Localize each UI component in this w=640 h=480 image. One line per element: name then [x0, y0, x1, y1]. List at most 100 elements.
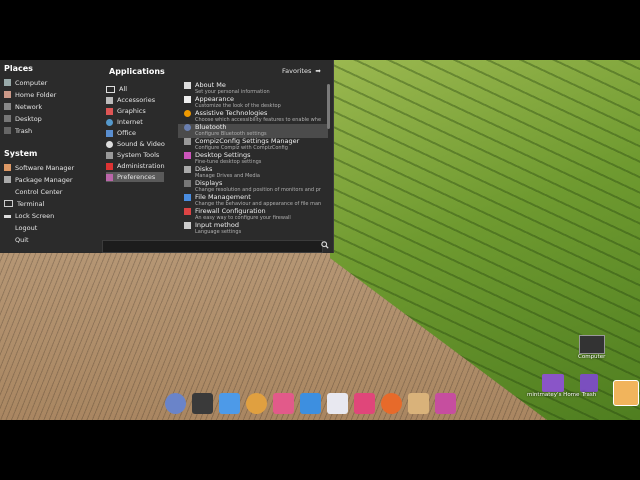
desktop-icon-home[interactable]: mintmatey's Home: [527, 374, 579, 398]
package-manager-icon: [4, 176, 11, 183]
places-item-label: Desktop: [15, 114, 42, 123]
system-item-label: Software Manager: [15, 163, 75, 172]
sound-video-icon: [106, 140, 113, 148]
places-item-desktop[interactable]: Desktop: [4, 113, 42, 124]
app-icon[interactable]: [354, 392, 375, 414]
category-internet[interactable]: Internet: [106, 117, 164, 127]
places-item-network[interactable]: Network: [4, 101, 42, 112]
category-label: Office: [117, 129, 136, 137]
system-item-label: Quit: [15, 235, 29, 244]
search-icon[interactable]: [321, 241, 329, 249]
category-label: All: [119, 85, 128, 93]
app-input-method[interactable]: Input method Language settings: [178, 222, 328, 236]
document-icon[interactable]: [327, 392, 348, 414]
category-preferences[interactable]: Preferences: [106, 172, 164, 182]
system-item-label: Control Center: [15, 187, 63, 196]
administration-icon: [106, 162, 113, 170]
category-office[interactable]: Office: [106, 128, 164, 138]
dock: [165, 390, 475, 416]
system-item-terminal[interactable]: Terminal: [4, 198, 44, 209]
eye-icon[interactable]: [408, 392, 429, 414]
window-icon[interactable]: [435, 392, 456, 414]
app-name: Desktop Settings: [195, 151, 251, 159]
app-appearance[interactable]: Appearance Customize the look of the desk…: [178, 96, 328, 110]
office-icon: [106, 129, 113, 137]
system-item-logout[interactable]: Logout: [4, 222, 37, 233]
app-bluetooth[interactable]: Bluetooth Configure Bluetooth settings: [178, 124, 328, 138]
appearance-icon: [184, 96, 191, 103]
places-item-home-folder[interactable]: Home Folder: [4, 89, 56, 100]
displays-icon: [184, 180, 191, 187]
desktop-screen: Places Computer Home Folder Network Desk…: [0, 60, 640, 420]
search-input[interactable]: [102, 240, 323, 253]
trash-icon: [580, 374, 598, 392]
favorites-button[interactable]: Favorites ➡: [282, 67, 321, 75]
control-center-icon: [4, 188, 11, 195]
app-list-scrollbar[interactable]: [327, 84, 330, 129]
terminal-icon: [4, 200, 13, 207]
app-name: About Me: [195, 82, 226, 89]
category-label: Sound & Video: [117, 140, 165, 148]
app-file-management[interactable]: File Management Change the behaviour and …: [178, 194, 328, 208]
system-item-label: Terminal: [17, 199, 45, 208]
system-tools-icon: [106, 151, 113, 159]
app-name: Firewall Configuration: [195, 207, 266, 215]
category-all[interactable]: All: [106, 84, 164, 94]
system-item-software-manager[interactable]: Software Manager: [4, 162, 74, 173]
app-desktop-settings[interactable]: Desktop Settings Fine-tune desktop settin…: [178, 152, 328, 166]
app-disks[interactable]: Disks Manage Drives and Media: [178, 166, 328, 180]
audio-icon[interactable]: [246, 392, 267, 414]
mintmenu-icon[interactable]: [165, 392, 186, 414]
software-manager-icon: [4, 164, 11, 171]
category-label: Graphics: [117, 107, 146, 115]
places-item-computer[interactable]: Computer: [4, 77, 47, 88]
category-accessories[interactable]: Accessories: [106, 95, 164, 105]
desktop-icon-computer[interactable]: Computer: [578, 335, 605, 360]
system-item-package-manager[interactable]: Package Manager: [4, 174, 73, 185]
category-sound-video[interactable]: Sound & Video: [106, 139, 165, 149]
category-label: Preferences: [117, 173, 156, 181]
app-about-me[interactable]: About Me Set your personal information: [178, 82, 328, 96]
category-label: Internet: [117, 118, 143, 126]
app-assistive-technologies[interactable]: Assistive Technologies Choose which acces…: [178, 110, 328, 124]
system-item-lock-screen[interactable]: Lock Screen: [4, 210, 54, 221]
terminal-icon[interactable]: [192, 392, 213, 414]
application-list: About Me Set your personal information Ap…: [178, 82, 328, 242]
computer-icon: [4, 79, 11, 86]
desktop-icon-drive[interactable]: [613, 380, 639, 406]
text-editor-icon[interactable]: [219, 392, 240, 414]
folder-icon[interactable]: [300, 392, 321, 414]
disks-icon: [184, 166, 191, 173]
accessories-icon: [106, 96, 113, 104]
compizconfig-icon: [184, 138, 191, 145]
app-desc: Language settings: [195, 229, 242, 235]
category-label: System Tools: [117, 151, 160, 159]
system-item-label: Logout: [15, 223, 38, 232]
category-administration[interactable]: Administration: [106, 161, 165, 171]
app-icon[interactable]: [273, 392, 294, 414]
firefox-icon[interactable]: [381, 392, 402, 414]
app-firewall[interactable]: Firewall Configuration An easy way to con…: [178, 208, 328, 222]
app-compizconfig[interactable]: CompizConfig Settings Manager Configure C…: [178, 138, 328, 152]
network-icon: [4, 103, 11, 110]
desktop-icon-trash[interactable]: Trash: [580, 374, 598, 398]
system-item-control-center[interactable]: Control Center: [4, 186, 62, 197]
desktop-settings-icon: [184, 152, 191, 159]
desktop-icon: [4, 115, 11, 122]
drive-icon: [613, 380, 639, 406]
category-label: Administration: [117, 162, 165, 170]
app-name: Appearance: [195, 95, 235, 103]
app-displays[interactable]: Displays Change resolution and position o…: [178, 180, 328, 194]
app-name: Displays: [195, 179, 223, 187]
category-graphics[interactable]: Graphics: [106, 106, 164, 116]
desktop-icon-label: Computer: [578, 354, 606, 360]
places-item-label: Computer: [15, 78, 48, 87]
places-item-trash[interactable]: Trash: [4, 125, 32, 136]
start-menu: Places Computer Home Folder Network Desk…: [0, 60, 334, 253]
computer-icon: [578, 335, 605, 354]
lock-icon: [4, 215, 11, 218]
places-item-label: Trash: [15, 126, 33, 135]
trash-icon: [4, 127, 11, 134]
category-system-tools[interactable]: System Tools: [106, 150, 164, 160]
system-item-quit[interactable]: Quit: [4, 234, 29, 245]
